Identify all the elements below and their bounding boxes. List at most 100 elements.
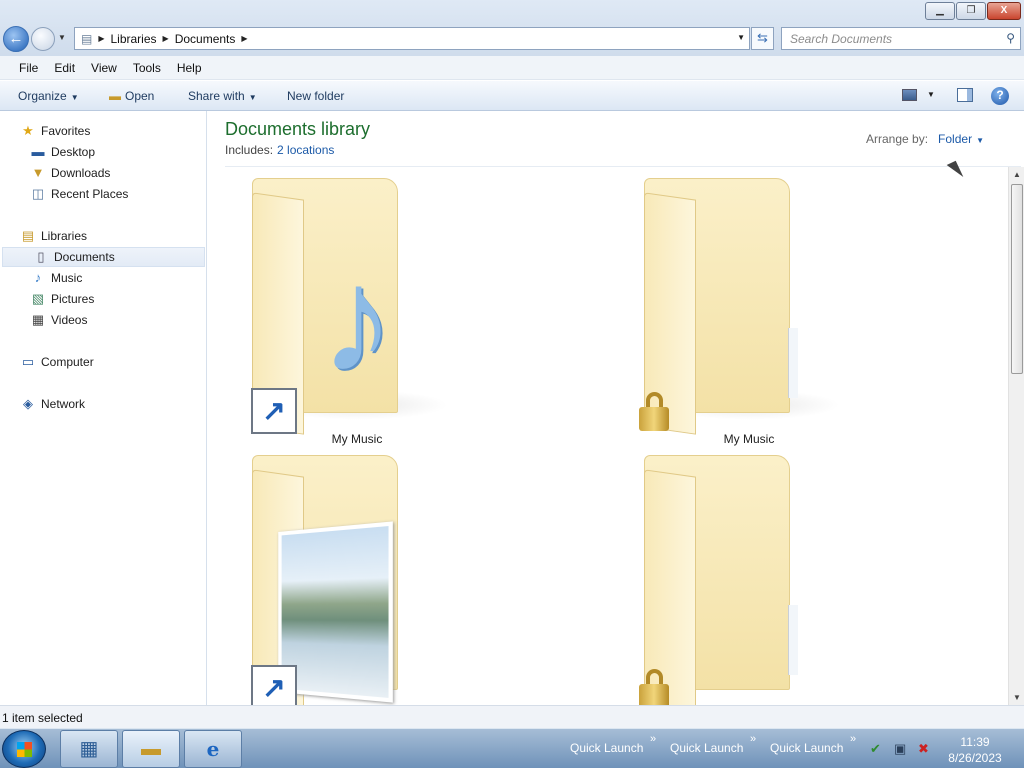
nav-recent-places[interactable]: ◫ Recent Places	[30, 184, 129, 204]
nav-libraries-label: Libraries	[41, 229, 88, 243]
nav-documents[interactable]: ▯ Documents	[2, 247, 205, 267]
breadcrumb-separator-icon[interactable]: ▶	[241, 34, 247, 43]
chevron-icon[interactable]: »	[650, 733, 656, 745]
back-button[interactable]: ←	[3, 26, 29, 52]
control-panel-button[interactable]: ▦	[60, 730, 118, 768]
nav-computer-label: Computer	[41, 355, 94, 369]
downloads-icon: ▼	[31, 165, 45, 180]
nav-videos[interactable]: ▦ Videos	[30, 310, 88, 330]
recent-pages-dropdown[interactable]: ▼	[58, 33, 66, 42]
volume-muted-tray-icon[interactable]: ✖	[918, 741, 929, 757]
folder-tile[interactable]	[620, 447, 820, 705]
status-text: 1 item selected	[2, 711, 83, 725]
chevron-icon[interactable]: »	[850, 733, 856, 745]
nav-favorites-label: Favorites	[41, 124, 91, 138]
menu-edit[interactable]: Edit	[54, 61, 75, 75]
refresh-button[interactable]: ⇆	[751, 27, 774, 50]
chevron-down-icon: ▼	[976, 136, 984, 145]
menu-bar: File Edit View Tools Help	[0, 56, 1024, 80]
scroll-down-icon[interactable]: ▼	[1013, 693, 1021, 702]
shortcut-icon: ↗	[251, 665, 297, 705]
arrange-by-value: Folder	[938, 132, 973, 146]
preview-pane-icon[interactable]	[957, 88, 973, 102]
folder-page	[788, 328, 798, 398]
menu-tools[interactable]: Tools	[133, 61, 161, 75]
start-button[interactable]	[2, 730, 46, 768]
nav-documents-label: Documents	[54, 250, 115, 264]
maximize-button[interactable]: ❐	[956, 2, 986, 20]
organize-button[interactable]: Organize ▼	[18, 89, 79, 103]
divider	[225, 166, 1021, 167]
nav-network-label: Network	[41, 397, 86, 411]
control-panel-icon: ▦	[79, 738, 99, 760]
nav-pictures-label: Pictures	[51, 292, 95, 306]
breadcrumb-documents[interactable]: Documents	[175, 32, 236, 46]
explorer-button[interactable]: ▬	[122, 730, 180, 768]
pictures-icon: ▧	[31, 291, 45, 306]
folder-page	[788, 605, 798, 675]
folder-tile[interactable]: ♪ ↗	[228, 170, 448, 440]
folder-icon: ▤	[81, 31, 93, 46]
nav-pictures[interactable]: ▧ Pictures	[30, 289, 95, 309]
internet-explorer-button[interactable]: e	[184, 730, 242, 768]
taskbar: ▦ ▬ e Quick Launch » Quick Launch » Quic…	[0, 728, 1024, 768]
nav-favorites[interactable]: ★ Favorites	[20, 121, 90, 141]
nav-music-label: Music	[51, 271, 83, 285]
quick-launch-toolbar[interactable]: Quick Launch	[770, 741, 843, 755]
view-options-dropdown-icon[interactable]: ▼	[927, 90, 935, 99]
recent-places-icon: ◫	[31, 186, 45, 201]
folder-label[interactable]: My Music	[619, 432, 879, 446]
share-with-button[interactable]: Share with ▼	[188, 89, 257, 103]
nav-music[interactable]: ♪ Music	[30, 268, 83, 288]
computer-icon: ▭	[21, 354, 35, 369]
status-bar: 1 item selected	[0, 705, 1024, 728]
nav-desktop[interactable]: ▬ Desktop	[30, 142, 96, 162]
libraries-icon: ▤	[21, 228, 35, 243]
open-button[interactable]: ▬ Open	[109, 89, 154, 103]
folder-label[interactable]: My Music	[227, 432, 487, 446]
address-bar[interactable]: ▤ ▶ Libraries ▶ Documents ▶ ▼	[74, 27, 750, 50]
close-button[interactable]: X	[987, 2, 1021, 20]
nav-downloads[interactable]: ▼ Downloads	[30, 163, 111, 183]
help-icon[interactable]: ?	[991, 87, 1009, 105]
change-view-icon[interactable]	[902, 89, 917, 101]
clock[interactable]: 11:39 8/26/2023	[944, 734, 1006, 766]
address-dropdown-icon[interactable]: ▼	[737, 33, 745, 42]
nav-desktop-label: Desktop	[51, 145, 96, 159]
network-tray-icon[interactable]: ▣	[894, 741, 906, 757]
internet-explorer-icon: e	[206, 737, 220, 761]
folder-tile[interactable]	[620, 170, 840, 440]
breadcrumb-separator-icon[interactable]: ▶	[98, 34, 104, 43]
chevron-down-icon: ▼	[248, 93, 257, 102]
security-tray-icon[interactable]: ✔	[870, 741, 881, 757]
breadcrumb-separator-icon[interactable]: ▶	[163, 34, 169, 43]
open-label: Open	[125, 89, 155, 103]
minimize-button[interactable]: ▁	[925, 2, 955, 20]
menu-view[interactable]: View	[91, 61, 117, 75]
command-bar: Organize ▼ ▬ Open Share with ▼ New folder	[0, 81, 1024, 111]
nav-downloads-label: Downloads	[51, 166, 111, 180]
scroll-thumb[interactable]	[1011, 184, 1023, 374]
desktop-icon: ▬	[31, 144, 45, 159]
arrange-by-dropdown[interactable]: Folder ▼	[938, 132, 984, 146]
forward-button[interactable]	[31, 27, 55, 51]
locations-link[interactable]: 2 locations	[277, 143, 334, 157]
search-icon[interactable]: ⚲	[1006, 31, 1015, 45]
vertical-scrollbar[interactable]: ▲ ▼	[1008, 167, 1024, 705]
search-input[interactable]: Search Documents ⚲	[781, 27, 1021, 50]
chevron-icon[interactable]: »	[750, 733, 756, 745]
scroll-up-icon[interactable]: ▲	[1013, 170, 1021, 179]
navigation-pane: ★ Favorites ▬ Desktop ▼ Downloads ◫ Recent P…	[0, 111, 207, 705]
folder-tile[interactable]: ↗	[228, 447, 428, 705]
nav-computer[interactable]: ▭ Computer	[20, 352, 94, 372]
menu-help[interactable]: Help	[177, 61, 202, 75]
nav-network[interactable]: ◈ Network	[20, 394, 85, 414]
new-folder-button[interactable]: New folder	[287, 89, 344, 103]
title-bar: ▁ ❐ X ← ▼ ▤ ▶ Libraries ▶ Documents ▶ ▼ …	[0, 0, 1024, 56]
quick-launch-toolbar[interactable]: Quick Launch	[670, 741, 743, 755]
quick-launch-toolbar[interactable]: Quick Launch	[570, 741, 643, 755]
breadcrumb-libraries[interactable]: Libraries	[111, 32, 157, 46]
menu-file[interactable]: File	[19, 61, 38, 75]
shortcut-icon: ↗	[251, 388, 297, 434]
nav-libraries[interactable]: ▤ Libraries	[20, 226, 87, 246]
